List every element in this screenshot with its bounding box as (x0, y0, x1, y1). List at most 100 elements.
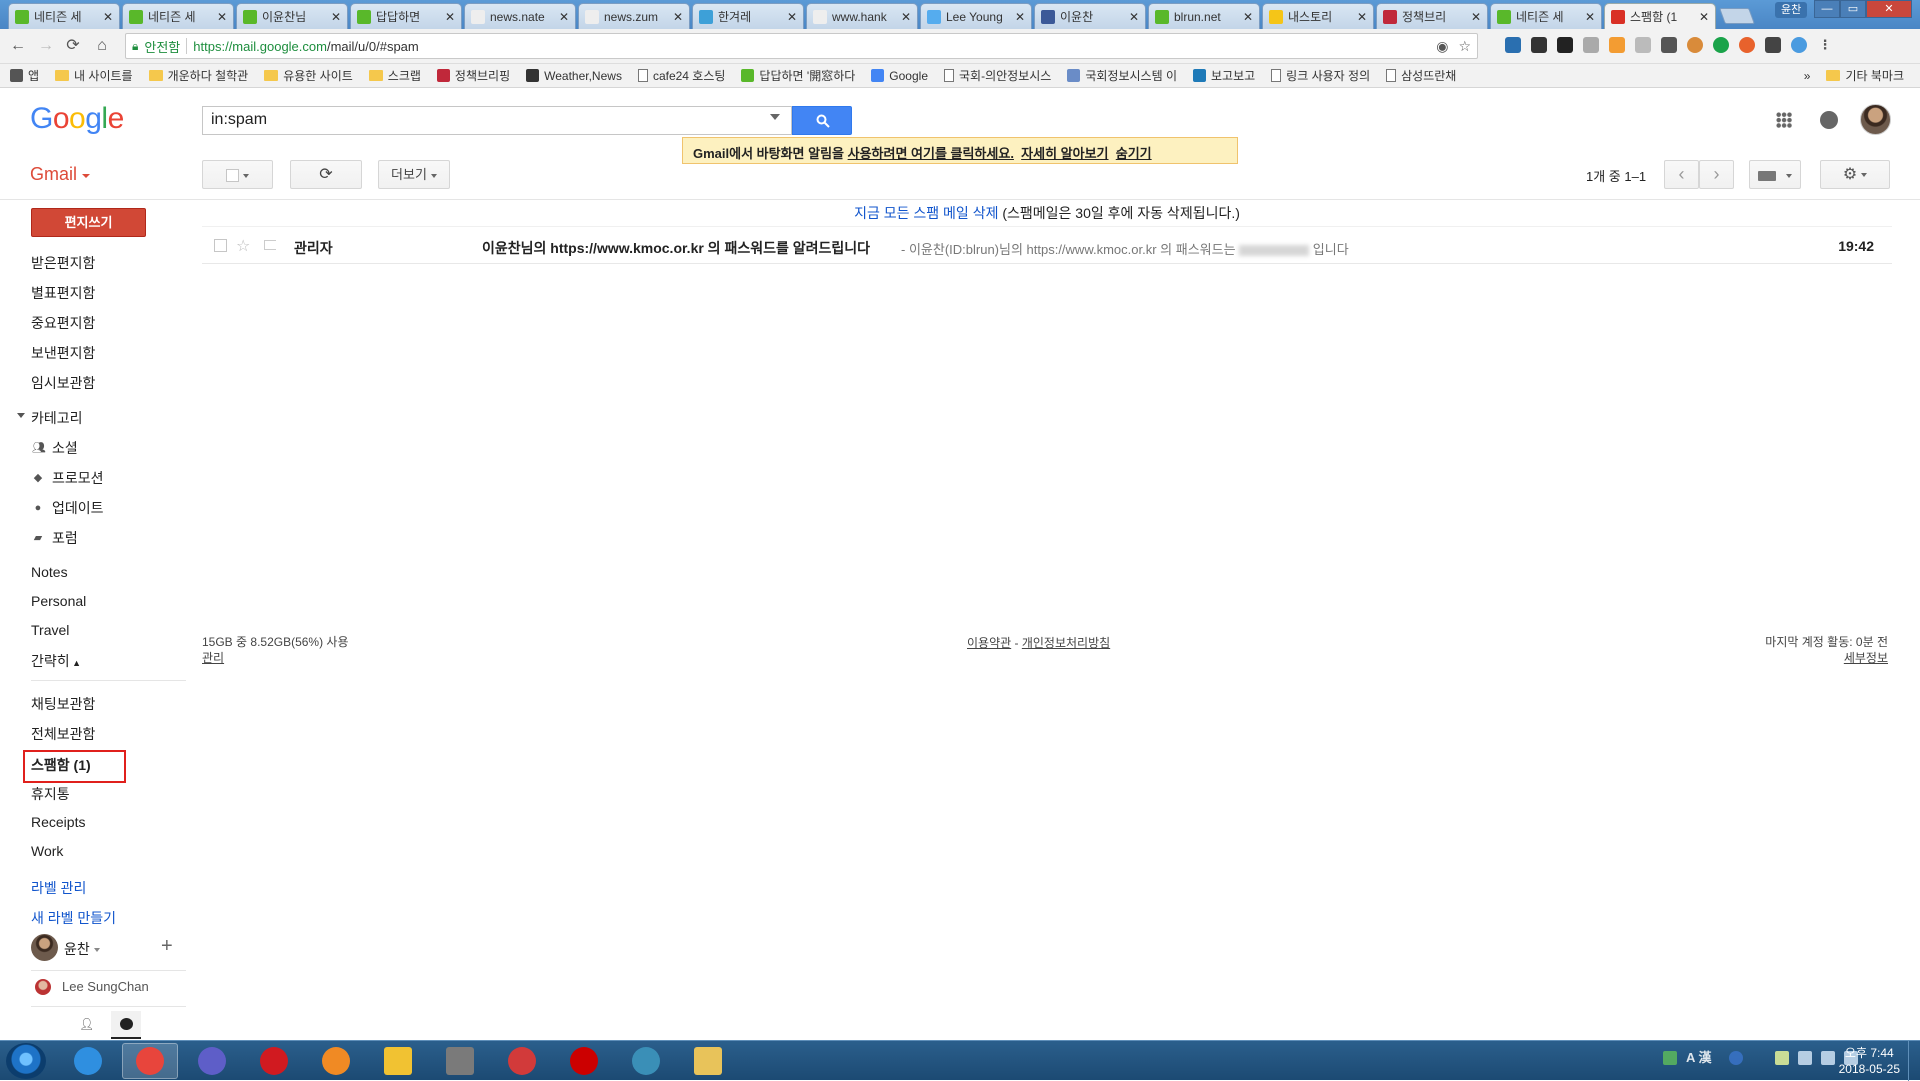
refresh-button[interactable]: ⟳ (290, 160, 362, 189)
tab-close-icon[interactable]: ✕ (1471, 10, 1481, 24)
nav-spam[interactable]: 스팸함 (1) (31, 755, 91, 775)
ime-indicator[interactable]: A 漢 (1686, 1051, 1720, 1065)
maximize-button[interactable]: ▭ (1840, 0, 1866, 18)
bookmark-item[interactable]: Weather,News (526, 69, 622, 83)
show-desktop-button[interactable] (1908, 1041, 1920, 1081)
bookmark-item[interactable]: 링크 사용자 정의 (1271, 67, 1370, 84)
bookmark-item[interactable]: 국회정보시스템 이 (1067, 67, 1177, 84)
nav-less-toggle[interactable]: 간략히 ▲ (31, 651, 81, 671)
browser-tab[interactable]: 이윤찬 ✕ (1034, 3, 1146, 29)
nav-starred[interactable]: 별표편지함 (31, 283, 95, 303)
bookmark-item[interactable]: 앱 (10, 67, 39, 84)
tray-arrow-icon[interactable] (1752, 1051, 1766, 1065)
flag-icon[interactable] (1798, 1051, 1812, 1065)
enable-notifications-link[interactable]: 사용하려면 여기를 클릭하세요. (848, 146, 1014, 161)
input-tools-button[interactable] (1749, 160, 1801, 189)
delete-all-spam-link[interactable]: 지금 모든 스팸 메일 삭제 (854, 205, 998, 221)
extension-icon[interactable] (1557, 37, 1573, 53)
select-all-checkbox[interactable] (202, 160, 273, 189)
taskbar-app[interactable] (432, 1043, 488, 1079)
tab-close-icon[interactable]: ✕ (1699, 10, 1709, 24)
tab-close-icon[interactable]: ✕ (331, 10, 341, 24)
tab-close-icon[interactable]: ✕ (217, 10, 227, 24)
extension-icon[interactable] (1583, 37, 1599, 53)
browser-tab[interactable]: 한겨레 ✕ (692, 3, 804, 29)
extension-icon[interactable] (1713, 37, 1729, 53)
nav-label-travel[interactable]: Travel (31, 622, 69, 638)
manage-storage-link[interactable]: 관리 (202, 650, 349, 666)
taskbar-app[interactable] (618, 1043, 674, 1079)
bookmark-item[interactable]: 답답하면 '開窓하다 (741, 67, 855, 84)
help-icon[interactable] (1729, 1051, 1743, 1065)
nav-important[interactable]: 중요편지함 (31, 313, 95, 333)
more-button[interactable]: 더보기 (378, 160, 450, 189)
nav-categories[interactable]: 카테고리 (31, 408, 83, 428)
browser-tab[interactable]: Lee Young ✕ (920, 3, 1032, 29)
new-tab-button[interactable] (1719, 8, 1755, 24)
taskbar-app[interactable] (60, 1043, 116, 1079)
bookmark-star-icon[interactable]: ☆ (1458, 38, 1471, 55)
tab-close-icon[interactable]: ✕ (673, 10, 683, 24)
gmail-app-switcher[interactable]: Gmail (30, 164, 91, 185)
forward-button[interactable]: → (36, 36, 56, 56)
browser-tab[interactable]: news.zum ✕ (578, 3, 690, 29)
browser-tab[interactable]: 네티즌 세 ✕ (8, 3, 120, 29)
mail-search-input[interactable]: in:spam (202, 106, 792, 135)
tab-close-icon[interactable]: ✕ (1015, 10, 1025, 24)
browser-tab[interactable]: blrun.net ✕ (1148, 3, 1260, 29)
extension-icon[interactable] (1661, 37, 1677, 53)
tray-app-icon[interactable] (1775, 1051, 1789, 1065)
message-row[interactable]: ☆ 관리자 이윤찬님의 https://www.kmoc.or.kr 의 패스워… (202, 226, 1892, 264)
extension-icon[interactable] (1791, 37, 1807, 53)
create-label-link[interactable]: 새 라벨 만들기 (31, 908, 116, 928)
hangouts-tab-icon[interactable] (111, 1011, 141, 1039)
newer-button[interactable]: ‹ (1664, 160, 1699, 189)
address-bar[interactable]: 🔒︎ 안전함 https://mail.google.com/mail/u/0/… (125, 33, 1478, 59)
tab-close-icon[interactable]: ✕ (1129, 10, 1139, 24)
settings-button[interactable]: ⚙ (1820, 160, 1890, 189)
other-bookmarks[interactable]: 기타 북마크 (1826, 67, 1904, 84)
browser-tab[interactable]: news.nate ✕ (464, 3, 576, 29)
view-icon[interactable]: ◉ (1436, 38, 1448, 55)
back-button[interactable]: ← (8, 36, 28, 56)
bookmark-item[interactable]: 스크랩 (368, 67, 421, 84)
nav-sent[interactable]: 보낸편지함 (31, 343, 95, 363)
tab-close-icon[interactable]: ✕ (1357, 10, 1367, 24)
bookmarks-overflow-button[interactable]: » (1804, 69, 1811, 83)
extension-icon[interactable] (1635, 37, 1651, 53)
close-window-button[interactable]: ✕ (1866, 0, 1912, 18)
tab-close-icon[interactable]: ✕ (559, 10, 569, 24)
nav-all-mail[interactable]: 전체보관함 (31, 724, 95, 744)
taskbar-app[interactable] (184, 1043, 240, 1079)
taskbar-app[interactable] (556, 1043, 612, 1079)
taskbar-app[interactable] (246, 1043, 302, 1079)
manage-labels-link[interactable]: 라벨 관리 (31, 878, 86, 898)
bookmark-item[interactable]: Google (871, 69, 928, 83)
tray-shield-icon[interactable] (1663, 1051, 1677, 1065)
browser-tab[interactable]: 네티즌 세 ✕ (122, 3, 234, 29)
bookmark-item[interactable]: 국회-의안정보시스 (944, 67, 1051, 84)
browser-tab[interactable]: www.hank ✕ (806, 3, 918, 29)
activity-details-link[interactable]: 세부정보 (1765, 650, 1888, 666)
bookmark-item[interactable]: 유용한 사이트 (264, 67, 353, 84)
compose-button[interactable]: 편지쓰기 (31, 208, 146, 237)
contacts-tab-icon[interactable]: 👤︎ (79, 1017, 94, 1031)
nav-label-work[interactable]: Work (31, 843, 63, 859)
new-conversation-button[interactable]: + (161, 935, 173, 958)
home-button[interactable]: ⌂ (92, 36, 112, 56)
minimize-button[interactable]: — (1814, 0, 1840, 18)
network-icon[interactable] (1821, 1051, 1835, 1065)
terms-link[interactable]: 이용약관 (967, 636, 1011, 650)
google-logo[interactable]: Google (30, 102, 124, 136)
tab-close-icon[interactable]: ✕ (901, 10, 911, 24)
browser-tab[interactable]: 정책브리 ✕ (1376, 3, 1488, 29)
older-button[interactable]: › (1699, 160, 1734, 189)
nav-label-receipts[interactable]: Receipts (31, 814, 85, 830)
nav-trash[interactable]: 휴지통 (31, 784, 70, 804)
extension-icon[interactable] (1739, 37, 1755, 53)
nav-category-updates[interactable]: ● 업데이트 (32, 498, 104, 518)
extension-icon[interactable] (1531, 37, 1547, 53)
nav-category-forums[interactable]: ▰ 포럼 (32, 528, 78, 548)
bookmark-item[interactable]: 삼성뜨란채 (1386, 67, 1456, 84)
collapse-triangle-icon[interactable] (17, 413, 25, 418)
